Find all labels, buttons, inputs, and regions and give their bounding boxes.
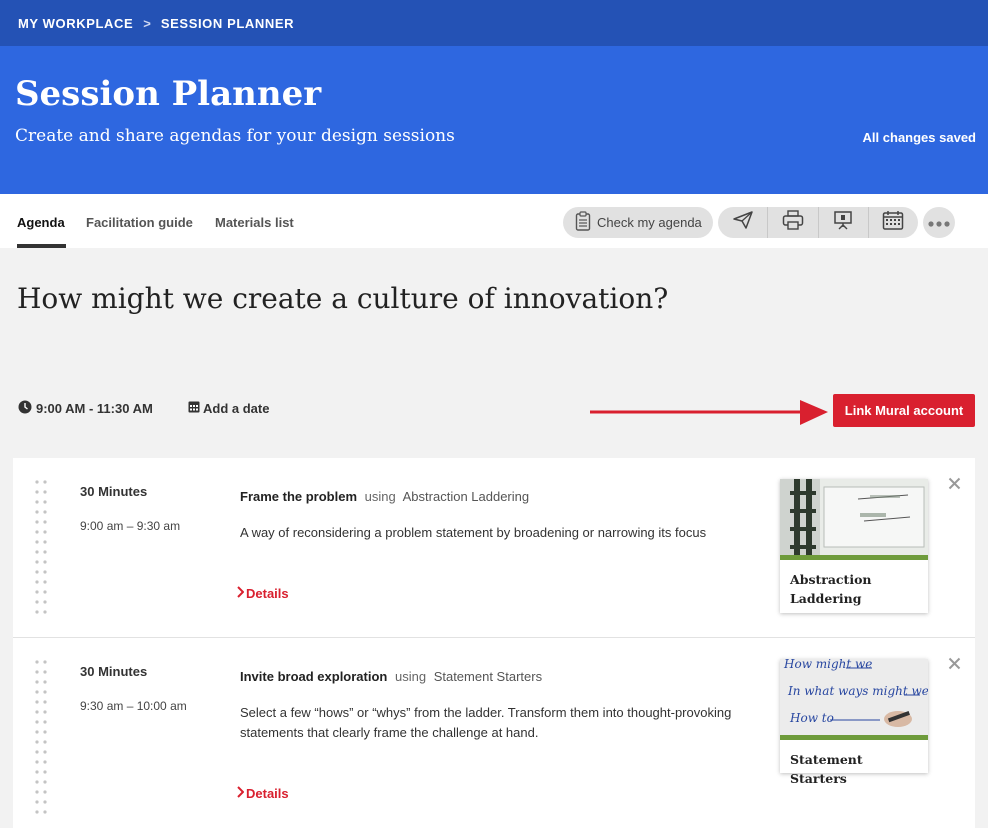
- close-icon: [948, 475, 961, 494]
- method-card[interactable]: How might we In what ways might we How t…: [780, 659, 928, 786]
- thumb-text-line: In what ways might we: [787, 684, 928, 698]
- item-time-range: 9:00 am – 9:30 am: [80, 519, 181, 533]
- method-name: Abstraction Laddering: [402, 489, 530, 504]
- activity-title: Invite broad exploration: [240, 669, 388, 684]
- check-agenda-button[interactable]: Check my agenda: [563, 207, 713, 238]
- session-title[interactable]: How might we create a culture of innovat…: [17, 282, 668, 315]
- remove-item-button[interactable]: [948, 655, 961, 675]
- method-card-title: Statement Starters: [790, 752, 863, 786]
- clipboard-icon: [575, 211, 591, 234]
- agenda-item: 30 Minutes 9:00 am – 9:30 am Frame the p…: [13, 458, 975, 638]
- save-status: All changes saved: [862, 130, 976, 145]
- calendar-small-icon: [188, 400, 200, 416]
- chevron-right-icon: [236, 786, 245, 801]
- thumb-text-line: How might we: [783, 659, 872, 671]
- add-date-label: Add a date: [203, 400, 270, 416]
- item-activity[interactable]: Frame the problem using Abstraction Ladd…: [240, 489, 529, 504]
- method-card[interactable]: Abstraction Laddering: [780, 479, 928, 613]
- tab-materials-list[interactable]: Materials list: [215, 215, 294, 230]
- drag-handle[interactable]: [35, 480, 47, 616]
- item-duration[interactable]: 30 Minutes: [80, 484, 147, 499]
- details-label: Details: [246, 586, 289, 601]
- session-time[interactable]: 9:00 AM - 11:30 AM: [18, 400, 153, 417]
- calendar-icon: [882, 210, 904, 235]
- clock-icon: [18, 400, 32, 417]
- item-time-range: 9:30 am – 10:00 am: [80, 699, 187, 713]
- present-button[interactable]: [819, 207, 869, 238]
- add-date-button[interactable]: Add a date: [188, 400, 269, 416]
- send-icon: [732, 211, 754, 234]
- drag-handle[interactable]: [35, 660, 47, 814]
- method-thumbnail: How might we In what ways might we How t…: [780, 659, 928, 735]
- details-link[interactable]: Details: [236, 586, 289, 601]
- hero-header: Session Planner Create and share agendas…: [0, 46, 988, 194]
- presentation-icon: [833, 210, 853, 235]
- method-name: Statement Starters: [433, 669, 543, 684]
- more-icon: [928, 214, 950, 232]
- tab-bar: Agenda Facilitation guide Materials list…: [0, 194, 988, 248]
- chevron-right-icon: >: [143, 15, 151, 31]
- page-title: Session Planner: [15, 74, 322, 114]
- tab-agenda[interactable]: Agenda: [17, 215, 65, 230]
- active-tab-indicator: [17, 244, 66, 248]
- more-options-button[interactable]: [923, 207, 955, 238]
- check-agenda-label: Check my agenda: [597, 215, 702, 230]
- details-link[interactable]: Details: [236, 786, 289, 801]
- send-button[interactable]: [718, 207, 769, 238]
- breadcrumb-session-planner: SESSION PLANNER: [160, 15, 295, 31]
- thumb-text-line: How to: [789, 711, 834, 725]
- breadcrumb: MY WORKPLACE > SESSION PLANNER: [0, 0, 988, 46]
- page-subtitle: Create and share agendas for your design…: [15, 126, 455, 146]
- agenda-list: 30 Minutes 9:00 am – 9:30 am Frame the p…: [13, 458, 975, 828]
- agenda-item: 30 Minutes 9:30 am – 10:00 am Invite bro…: [13, 637, 975, 817]
- calendar-button[interactable]: [869, 207, 918, 238]
- breadcrumb-my-workplace[interactable]: MY WORKPLACE: [18, 16, 133, 31]
- share-toolbar: [718, 207, 918, 238]
- print-icon: [782, 210, 804, 235]
- item-duration[interactable]: 30 Minutes: [80, 664, 147, 679]
- details-label: Details: [246, 786, 289, 801]
- annotation-arrow: [590, 400, 828, 425]
- method-thumbnail: [780, 479, 928, 555]
- chevron-right-icon: [236, 586, 245, 601]
- tab-facilitation-guide[interactable]: Facilitation guide: [86, 215, 193, 230]
- remove-item-button[interactable]: [948, 475, 961, 495]
- item-description[interactable]: A way of reconsidering a problem stateme…: [240, 523, 765, 543]
- using-label: using: [364, 489, 396, 504]
- item-activity[interactable]: Invite broad exploration using Statement…: [240, 669, 542, 684]
- item-description[interactable]: Select a few “hows” or “whys” from the l…: [240, 703, 765, 743]
- session-time-label: 9:00 AM - 11:30 AM: [36, 401, 153, 416]
- print-button[interactable]: [768, 207, 819, 238]
- activity-title: Frame the problem: [240, 489, 358, 504]
- link-mural-account-button[interactable]: Link Mural account: [833, 394, 975, 427]
- method-card-title: Abstraction Laddering: [790, 572, 872, 606]
- using-label: using: [394, 669, 427, 684]
- close-icon: [948, 655, 961, 674]
